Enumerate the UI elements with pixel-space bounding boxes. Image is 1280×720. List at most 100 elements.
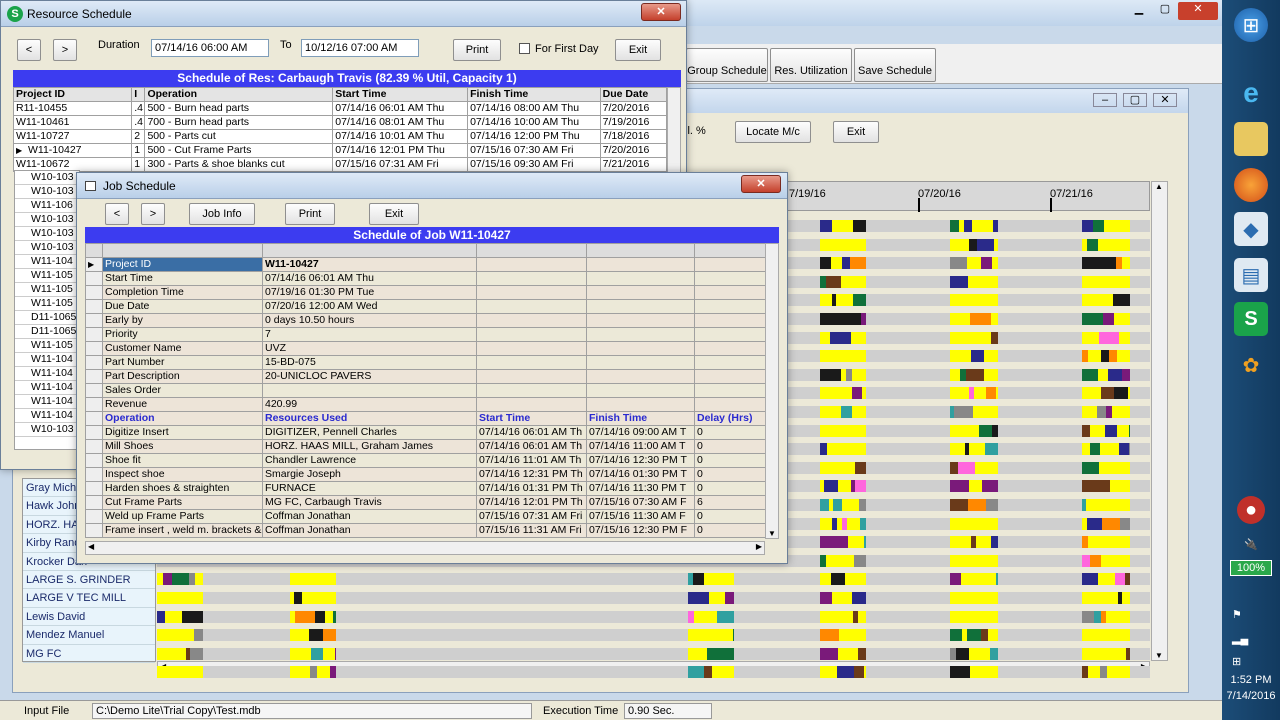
gantt-bar-segment[interactable]	[856, 629, 866, 642]
gantt-bar-segment[interactable]	[1109, 499, 1117, 511]
firefox-icon[interactable]	[1234, 168, 1268, 202]
gantt-bar-segment[interactable]	[820, 647, 830, 660]
duration-from-field[interactable]: 07/14/16 06:00 AM	[151, 39, 269, 57]
gantt-bar-segment[interactable]	[830, 350, 850, 363]
gantt-bar-segment[interactable]	[1127, 313, 1130, 325]
prev-button[interactable]: <	[105, 203, 129, 225]
gantt-bar-segment[interactable]	[830, 647, 838, 660]
gantt-bar-segment[interactable]	[954, 443, 965, 456]
gantt-bar-segment[interactable]	[1082, 368, 1098, 381]
gantt-bar-segment[interactable]	[841, 275, 859, 288]
gantt-bar-segment[interactable]	[970, 313, 991, 325]
gantt-bar-segment[interactable]	[1108, 554, 1129, 567]
gantt-bar-segment[interactable]	[956, 592, 974, 604]
gantt-bar-segment[interactable]	[707, 647, 726, 660]
gantt-bar-segment[interactable]	[852, 406, 866, 418]
gantt-bar-segment[interactable]	[980, 275, 989, 288]
app-icon[interactable]: ◆	[1234, 212, 1268, 246]
resource-list-item[interactable]: MG FC	[23, 645, 155, 663]
gantt-bar-segment[interactable]	[850, 257, 858, 270]
gantt-bar-segment[interactable]	[1082, 313, 1103, 325]
gantt-bar-segment[interactable]	[1082, 331, 1099, 344]
gantt-bar-segment[interactable]	[950, 666, 970, 679]
gantt-bar-segment[interactable]	[692, 629, 712, 642]
table-row[interactable]: W11-10727 2 500 - Parts cut 07/14/16 10:01 …	[12, 129, 668, 144]
gantt-bar-segment[interactable]	[1087, 517, 1102, 530]
clock-date[interactable]: 7/14/2016	[1222, 690, 1280, 702]
gantt-bar-segment[interactable]	[820, 592, 832, 604]
close-button[interactable]: ✕	[741, 175, 781, 193]
gantt-bar-segment[interactable]	[165, 610, 182, 623]
gantt-bar-segment[interactable]	[1120, 610, 1130, 623]
gantt-bar-segment[interactable]	[973, 406, 993, 418]
column-header[interactable]: Start Time	[332, 87, 469, 102]
gantt-bar-segment[interactable]	[979, 610, 990, 623]
gantt-bar-segment[interactable]	[820, 610, 840, 623]
job-property-row[interactable]: Start Time 07/14/16 06:01 AM Thu	[85, 271, 768, 286]
gantt-bar-segment[interactable]	[958, 461, 975, 474]
gantt-bar-segment[interactable]	[950, 536, 971, 549]
close-button[interactable]: ✕	[641, 3, 681, 21]
gantt-bar-segment[interactable]	[983, 666, 998, 679]
gantt-bar-segment[interactable]	[325, 610, 333, 623]
gantt-bar-segment[interactable]	[719, 573, 731, 586]
gantt-bar-segment[interactable]	[950, 499, 968, 511]
gantt-bar-segment[interactable]	[688, 666, 704, 679]
gantt-bar-segment[interactable]	[1110, 480, 1128, 493]
gantt-bar-segment[interactable]	[856, 350, 864, 363]
gantt-bar-segment[interactable]	[992, 257, 998, 270]
column-header[interactable]: Project ID	[12, 87, 133, 102]
gantt-bar-segment[interactable]	[820, 220, 832, 232]
gantt-bar-segment[interactable]	[950, 257, 967, 270]
gantt-bar-segment[interactable]	[1113, 294, 1130, 307]
gantt-bar-segment[interactable]	[994, 238, 998, 251]
gantt-bar-segment[interactable]	[950, 554, 967, 567]
gantt-bar-segment[interactable]	[950, 294, 958, 307]
gantt-bar-segment[interactable]	[996, 573, 998, 586]
exit-button[interactable]: Exit	[615, 39, 661, 61]
gantt-bar-segment[interactable]	[979, 647, 990, 660]
gantt-bar-segment[interactable]	[820, 517, 832, 530]
gantt-bar-segment[interactable]	[177, 647, 186, 660]
gantt-bar-segment[interactable]	[830, 461, 842, 474]
gantt-bar-segment[interactable]	[1122, 257, 1130, 270]
gantt-bar-segment[interactable]	[967, 629, 981, 642]
gantt-bar-segment[interactable]	[964, 220, 972, 232]
gantt-bar-segment[interactable]	[712, 629, 729, 642]
gantt-bar-segment[interactable]	[1082, 220, 1093, 232]
gantt-bar-segment[interactable]	[950, 517, 961, 530]
gantt-bar-segment[interactable]	[979, 424, 992, 437]
minimize-icon[interactable]: ▁	[1128, 2, 1150, 18]
gantt-bar-segment[interactable]	[840, 610, 853, 623]
gantt-bar-segment[interactable]	[820, 573, 831, 586]
gantt-bar-segment[interactable]	[726, 647, 734, 660]
gantt-bar-segment[interactable]	[1121, 275, 1130, 288]
gantt-bar-segment[interactable]	[981, 257, 992, 270]
gantt-bar-segment[interactable]	[839, 443, 850, 456]
row-selector[interactable]	[85, 313, 103, 328]
gantt-bar-segment[interactable]	[1107, 666, 1123, 679]
gantt-bar-segment[interactable]	[194, 629, 203, 642]
gantt-bar-segment[interactable]	[1082, 592, 1091, 604]
gantt-bar-segment[interactable]	[1106, 275, 1121, 288]
gantt-bar-segment[interactable]	[859, 499, 866, 511]
maximize-icon[interactable]: ▢	[1154, 2, 1176, 18]
gantt-bar-segment[interactable]	[1106, 536, 1119, 549]
gantt-bar-segment[interactable]	[840, 220, 853, 232]
gantt-bar-segment[interactable]	[855, 480, 866, 493]
job-info-button[interactable]: Job Info	[189, 203, 255, 225]
gantt-bar-segment[interactable]	[1090, 424, 1105, 437]
gantt-bar-segment[interactable]	[1117, 424, 1129, 437]
tray-app-icon[interactable]: ●	[1237, 496, 1265, 524]
gantt-bar-segment[interactable]	[973, 480, 982, 493]
gantt-bar-segment[interactable]	[1097, 406, 1106, 418]
gantt-bar-segment[interactable]	[961, 517, 976, 530]
gantt-bar-segment[interactable]	[982, 554, 993, 567]
windows-icon[interactable]: ⊞	[1232, 655, 1241, 668]
gantt-bar-segment[interactable]	[1128, 480, 1130, 493]
gantt-bar-segment[interactable]	[838, 480, 846, 493]
gantt-bar-segment[interactable]	[982, 480, 998, 493]
gantt-bar-segment[interactable]	[1102, 629, 1112, 642]
flag-icon[interactable]: ⚑	[1232, 608, 1242, 621]
gantt-bar-segment[interactable]	[1122, 368, 1130, 381]
